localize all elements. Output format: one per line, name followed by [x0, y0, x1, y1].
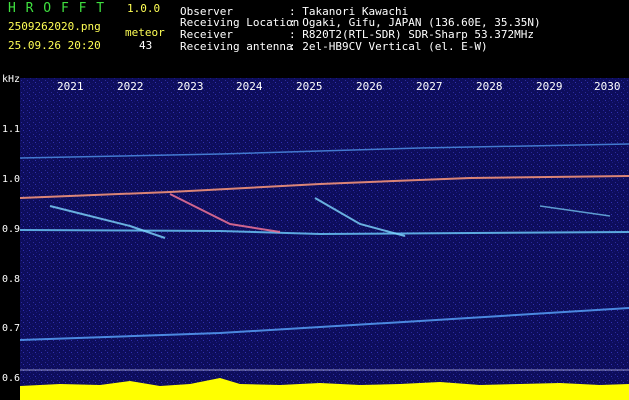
year-label-2029: 2029 — [536, 80, 563, 93]
year-label-2025: 2025 — [296, 80, 323, 93]
header-panel: H R O F F T 1.0.0 2509262020.png meteor … — [0, 0, 629, 78]
year-label-2022: 2022 — [117, 80, 144, 93]
year-label-2027: 2027 — [416, 80, 443, 93]
spectrogram-panel — [20, 78, 629, 400]
year-label-2021: 2021 — [57, 80, 84, 93]
year-label-2024: 2024 — [236, 80, 263, 93]
app-version: 1.0.0 — [127, 2, 161, 15]
y-tick-0-8: 0.8 — [2, 274, 21, 285]
year-label-2028: 2028 — [476, 80, 503, 93]
spectrogram-background — [20, 78, 629, 400]
y-tick-0-6: 0.6 — [2, 373, 21, 384]
y-tick-1-0: 1.0 — [2, 174, 21, 185]
app-title: H R O F F T — [8, 1, 106, 16]
datetime-label: 25.09.26 20:20 — [8, 39, 101, 52]
y-unit-label: kHz — [2, 74, 21, 85]
y-tick-0-9: 0.9 — [2, 224, 21, 235]
info-key-antenna: Receiving antenna — [180, 40, 293, 53]
year-label-2026: 2026 — [356, 80, 383, 93]
filename-label: 2509262020.png — [8, 20, 101, 33]
counter-value: 43 — [139, 39, 153, 52]
year-label-2030: 2030 — [594, 80, 621, 93]
counter-label: meteor — [125, 26, 165, 39]
y-tick-0-7: 0.7 — [2, 323, 21, 334]
info-value-antenna: : 2el-HB9CV Vertical (el. E-W) — [289, 40, 488, 53]
y-tick-1-1: 1.1 — [2, 124, 21, 135]
year-label-2023: 2023 — [177, 80, 204, 93]
